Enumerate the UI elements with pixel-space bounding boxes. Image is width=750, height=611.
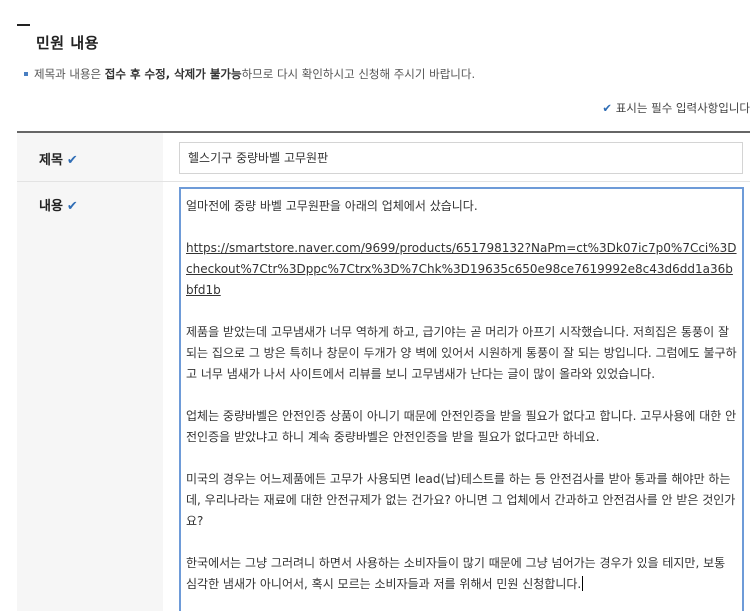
required-note-text: 표시는 필수 입력사항입니다 (615, 101, 750, 115)
section-title-bar (17, 24, 30, 26)
content-paragraph-1: 얼마전에 중량 바벨 고무원판을 아래의 업체에서 샀습니다. (186, 199, 478, 213)
checkmark-icon: ✔ (66, 153, 78, 168)
content-label: 내용 ✔ (39, 195, 78, 214)
content-label-text: 내용 (39, 199, 63, 214)
content-paragraph-6-text: 한국에서는 그냥 그러려니 하면서 사용하는 소비자들이 많기 때문에 그냥 넘… (186, 556, 729, 591)
required-note: ✔ 표시는 필수 입력사항입니다 (602, 100, 750, 116)
content-paragraph-5: 미국의 경우는 어느제품에든 고무가 사용되면 lead(납)테스트를 하는 등… (186, 472, 736, 528)
bullet-icon (24, 71, 28, 76)
content-textarea[interactable]: 얼마전에 중량 바벨 고무원판을 아래의 업체에서 샀습니다. https://… (179, 187, 744, 611)
notice-bold: 접수 후 수정, 삭제가 불가능 (104, 67, 242, 81)
title-label-text: 제목 (39, 153, 63, 168)
notice-prefix: 제목과 내용은 (34, 67, 105, 81)
title-input[interactable]: 헬스기구 중량바벨 고무원판 (179, 142, 743, 174)
title-label-cell: 제목 ✔ (17, 133, 163, 181)
text-caret (582, 576, 584, 591)
checkmark-icon: ✔ (602, 101, 613, 115)
notice-text: 제목과 내용은 접수 후 수정, 삭제가 불가능하므로 다시 확인하시고 신청해… (24, 66, 475, 82)
title-label: 제목 ✔ (39, 149, 78, 168)
complaint-form: 제목 ✔ 헬스기구 중량바벨 고무원판 내용 ✔ 얼마전에 중량 바벨 고무원판을 … (17, 131, 750, 611)
content-label-cell: 내용 ✔ (17, 182, 163, 611)
section-title: 민원 내용 (36, 34, 99, 52)
content-row: 내용 ✔ 얼마전에 중량 바벨 고무원판을 아래의 업체에서 샀습니다. http… (17, 182, 750, 611)
content-paragraph-3: 제품을 받았는데 고무냄새가 너무 역하게 하고, 급기야는 곧 머리가 아프기… (186, 325, 737, 381)
content-paragraph-6: 한국에서는 그냥 그러려니 하면서 사용하는 소비자들이 많기 때문에 그냥 넘… (186, 553, 737, 595)
notice-suffix: 하므로 다시 확인하시고 신청해 주시기 바랍니다. (241, 67, 476, 81)
title-row: 제목 ✔ 헬스기구 중량바벨 고무원판 (17, 133, 750, 182)
checkmark-icon: ✔ (66, 199, 78, 214)
content-paragraph-4: 업체는 중량바벨은 안전인증 상품이 아니기 때문에 안전인증을 받을 필요가 … (186, 409, 737, 444)
content-url: https://smartstore.naver.com/9699/produc… (186, 241, 737, 297)
